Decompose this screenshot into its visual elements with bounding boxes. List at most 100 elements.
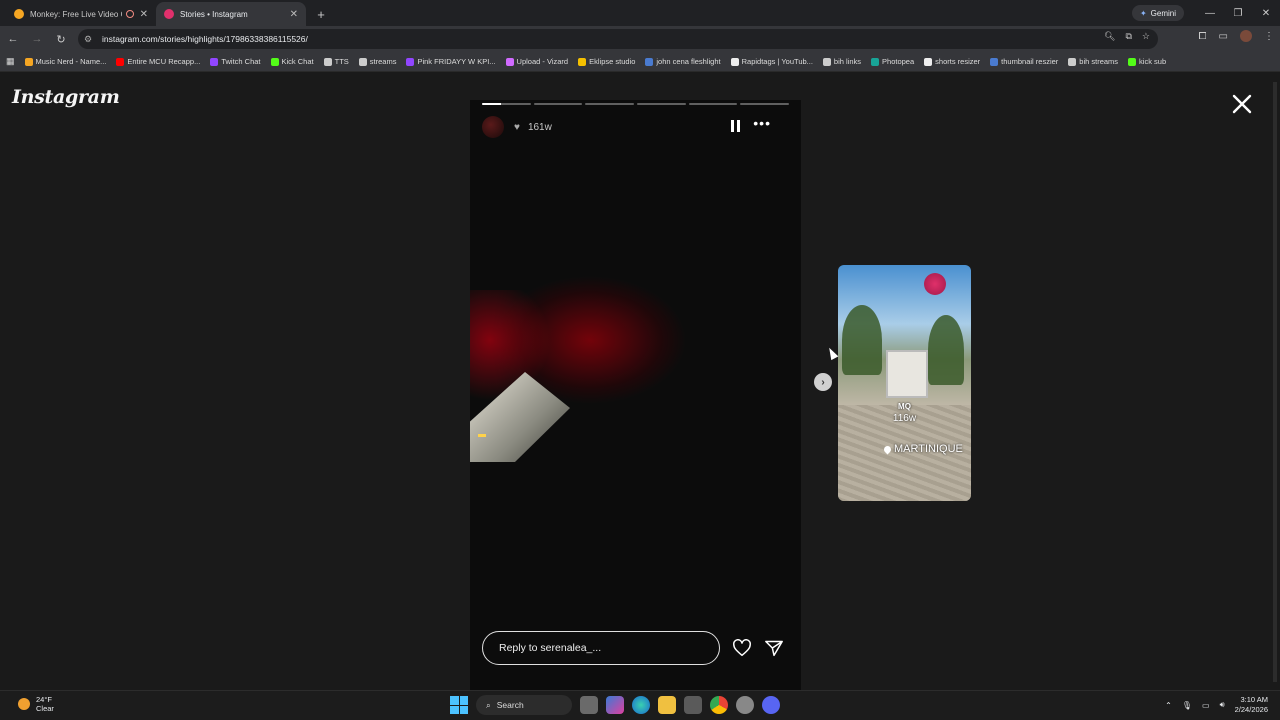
reply-input[interactable]: Reply to serenalea_... [482,631,720,665]
location-label: MARTINIQUE [894,443,963,455]
mouse-cursor-icon [825,345,839,361]
minimize-icon[interactable]: — [1196,0,1224,26]
progress-segment [482,103,531,105]
recording-icon [125,10,134,18]
tab-instagram-stories[interactable]: Stories • Instagram ✕ [156,2,306,26]
apps-grid-icon[interactable]: ▦ [6,56,15,67]
reload-button[interactable]: ↻ [50,28,72,50]
like-heart-icon[interactable] [732,639,752,657]
page-scrollbar[interactable] [1270,72,1280,690]
tab-title: Monkey: Free Live Video Ch [30,9,122,19]
store-icon[interactable] [684,696,702,714]
preview-image-flower [924,273,946,295]
close-icon[interactable] [1230,92,1254,116]
microphone-icon[interactable]: 🎙︎ [1182,701,1192,710]
windows-taskbar: 24°F Clear ⌕ Search ⌃ 🎙︎ ▭ 🔊︎ 3:10 AM 2/… [0,690,1280,720]
progress-segment [533,103,583,105]
menu-kebab-icon[interactable]: ⋮ [1264,31,1274,42]
clock[interactable]: 3:10 AM 2/24/2026 [1235,695,1268,715]
bookmark-item[interactable]: streams [358,57,396,66]
location-sticker: MARTINIQUE [882,443,963,455]
bookmark-item[interactable]: TTS [323,57,349,66]
system-tray: ⌃ 🎙︎ ▭ 🔊︎ 3:10 AM 2/24/2026 [1165,695,1268,715]
site-info-icon[interactable]: ⚙ [84,34,98,45]
avatar[interactable] [482,116,504,138]
bookmark-label: TTS [334,57,349,66]
zoom-icon[interactable]: 🔍︎ [1104,31,1115,42]
bookmark-item[interactable]: thumbnail reszier [990,57,1058,66]
bookmark-star-icon[interactable]: ☆ [1142,31,1150,42]
weather-widget[interactable]: 24°F Clear [18,695,54,713]
app-icon[interactable] [736,696,754,714]
bookmark-label: Kick Chat [281,57,314,66]
chrome-icon[interactable] [710,696,728,714]
profile-avatar[interactable] [1240,30,1252,42]
bookmark-favicon-icon [116,57,125,66]
tab-title: Stories • Instagram [180,9,248,19]
bookmark-item[interactable]: Photopea [871,57,914,66]
instagram-logo[interactable]: Instagram [12,86,120,108]
highlight-code: MQ [898,402,911,411]
bookmark-favicon-icon [730,57,739,66]
discord-icon[interactable] [762,696,780,714]
taskbar-search[interactable]: ⌕ Search [476,695,572,715]
bookmark-label: john cena fleshlight [656,57,721,66]
bookmark-label: Upload - Vizard [516,57,569,66]
extensions-icon[interactable]: ⧠ [1199,31,1207,42]
gemini-button[interactable]: ✦ Gemini [1131,5,1184,21]
next-story-button[interactable]: › [814,373,832,391]
network-icon[interactable]: ▭ [1202,701,1210,710]
start-button[interactable] [450,696,468,714]
story-card[interactable]: ♥ 161w ••• Reply to serenalea_... [470,100,801,690]
new-tab-button[interactable]: + [312,2,330,26]
close-tab-icon[interactable]: ✕ [290,9,298,20]
close-window-icon[interactable]: ✕ [1252,0,1280,26]
send-icon[interactable] [764,639,784,657]
gemini-label: Gemini [1150,8,1176,18]
bookmark-item[interactable]: Music Nerd - Name... [24,57,106,66]
bookmark-label: Rapidtags | YouTub... [741,57,813,66]
bookmark-item[interactable]: shorts resizer [924,57,980,66]
bookmark-item[interactable]: Eklipse studio [578,57,635,66]
pause-icon[interactable] [731,120,741,132]
bookmark-favicon-icon [578,57,587,66]
bookmark-item[interactable]: Upload - Vizard [505,57,569,66]
weather-condition: Clear [36,704,54,713]
address-bar[interactable]: ⚙ instagram.com/stories/highlights/17986… [78,29,1158,49]
task-view-icon[interactable] [580,696,598,714]
browser-tab-bar: Monkey: Free Live Video Ch ✕ Stories • I… [0,0,1280,26]
next-highlight-preview[interactable]: MQ 116w MARTINIQUE [838,265,971,501]
close-tab-icon[interactable]: ✕ [140,9,148,20]
bookmark-favicon-icon [270,57,279,66]
scrollbar-thumb[interactable] [1273,82,1277,682]
edge-icon[interactable] [632,696,650,714]
preview-image-gate [886,350,928,398]
bookmark-item[interactable]: john cena fleshlight [645,57,721,66]
instagram-story-viewer: Instagram ♥ 161w ••• Reply to serenalea_… [0,72,1270,690]
bookmark-item[interactable]: Kick Chat [270,57,314,66]
reply-placeholder: Reply to serenalea_... [499,642,602,654]
copilot-icon[interactable] [606,696,624,714]
bookmark-favicon-icon [924,57,933,66]
restore-icon[interactable]: ❐ [1224,0,1252,26]
file-explorer-icon[interactable] [658,696,676,714]
preview-image-palm [928,315,964,385]
bookmark-item[interactable]: bih links [822,57,861,66]
location-pin-icon [882,444,893,454]
bookmark-item[interactable]: kick sub [1128,57,1166,66]
bookmark-item[interactable]: Rapidtags | YouTub... [730,57,813,66]
bookmark-item[interactable]: Entire MCU Recapp... [116,57,200,66]
back-button[interactable]: ← [2,28,24,50]
bookmark-label: kick sub [1139,57,1167,66]
forward-button[interactable]: → [26,28,48,50]
tab-monkey[interactable]: Monkey: Free Live Video Ch ✕ [6,2,156,26]
more-options-icon[interactable]: ••• [753,115,771,131]
bookmark-item[interactable]: Pink FRIDAYY W KPI... [406,57,496,66]
sidebar-icon[interactable]: ▭ [1219,31,1228,42]
bookmark-item[interactable]: bih streams [1068,57,1118,66]
install-app-icon[interactable]: ⧉ [1125,31,1131,42]
chevron-up-icon[interactable]: ⌃ [1165,701,1172,710]
bookmark-label: Eklipse studio [589,57,636,66]
volume-icon[interactable]: 🔊︎ [1220,700,1225,710]
bookmark-item[interactable]: Twitch Chat [210,57,261,66]
